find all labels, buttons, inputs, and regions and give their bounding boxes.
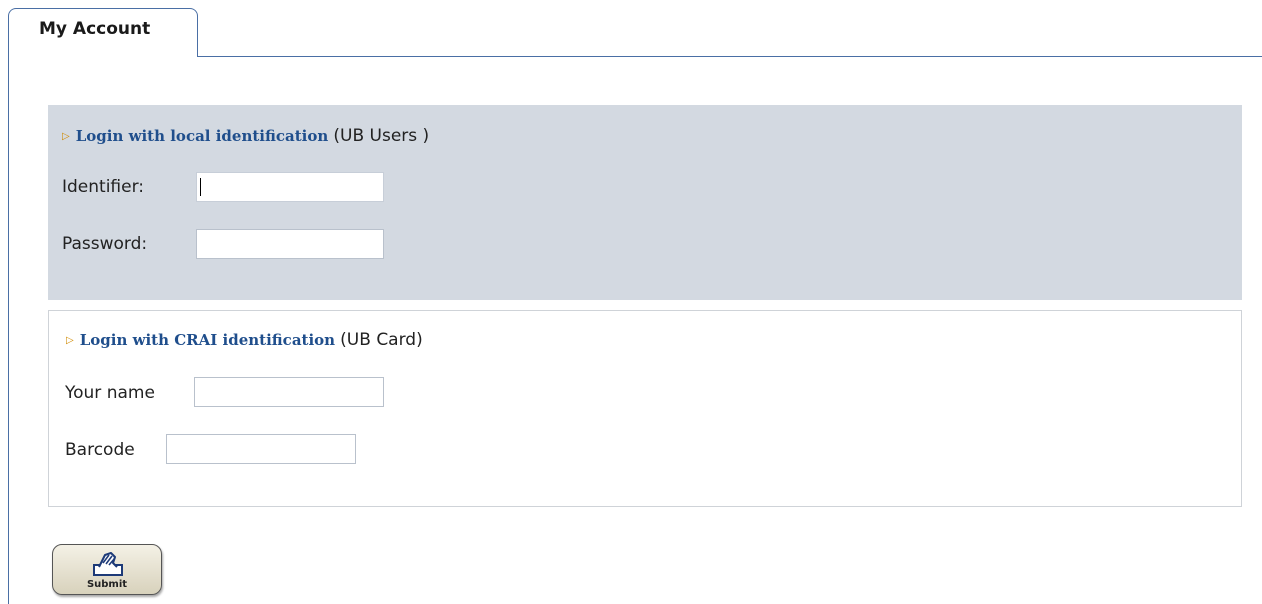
local-login-note: (UB Users ) (333, 126, 430, 146)
triangle-right-icon: ▷ (62, 131, 70, 142)
tab-bar: My Account (0, 0, 1262, 57)
barcode-label: Barcode (65, 440, 135, 460)
identifier-input[interactable] (196, 172, 384, 202)
local-login-link[interactable]: Login with local identification (76, 127, 329, 145)
content-frame-border (8, 56, 9, 604)
submit-button[interactable]: Submit (52, 544, 162, 595)
password-input[interactable] (196, 229, 384, 259)
triangle-right-icon: ▷ (66, 335, 74, 346)
crai-login-header: ▷ Login with CRAI identification (UB Card… (66, 330, 423, 350)
crai-login-note: (UB Card) (340, 330, 423, 350)
tab-my-account-label: My Account (39, 19, 151, 39)
text-caret (200, 178, 201, 196)
identifier-label: Identifier: (62, 177, 145, 197)
your-name-input[interactable] (194, 377, 384, 407)
tab-my-account[interactable]: My Account (8, 8, 198, 57)
hand-pen-icon (93, 552, 123, 576)
your-name-label: Your name (65, 383, 155, 403)
crai-login-link[interactable]: Login with CRAI identification (80, 331, 335, 349)
submit-label: Submit (86, 579, 128, 590)
local-login-header: ▷ Login with local identification (UB Use… (62, 126, 429, 146)
tab-divider (198, 56, 1262, 57)
barcode-input[interactable] (166, 434, 356, 464)
password-label: Password: (62, 234, 148, 254)
